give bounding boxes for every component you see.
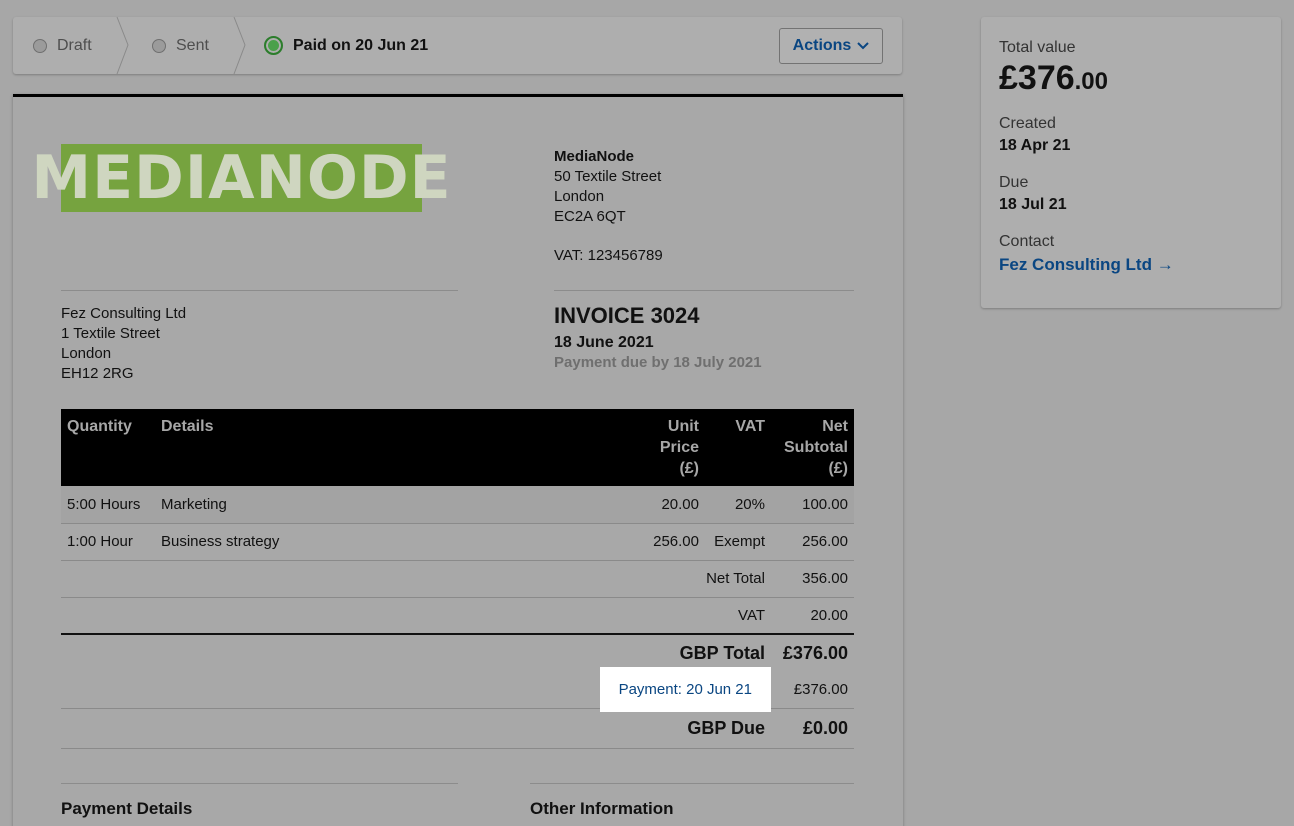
sender-address-line: London bbox=[554, 188, 605, 205]
gbp-total-value: £376.00 bbox=[782, 642, 848, 663]
table-header-row: Quantity Details Unit Price (£) VAT Net … bbox=[61, 409, 854, 486]
payment-details-heading: Payment Details bbox=[61, 799, 193, 818]
status-dot-icon bbox=[33, 38, 47, 53]
gbp-due-label: GBP Due bbox=[61, 708, 771, 749]
status-step-sent: Sent bbox=[152, 17, 209, 74]
invoice-status-bar: Draft Sent Paid on 20 Jun 21 Actions bbox=[13, 17, 902, 74]
total-value-label: Total value bbox=[999, 39, 1076, 56]
divider bbox=[61, 290, 458, 291]
payment-link[interactable]: Payment: 20 Jun 21 bbox=[599, 666, 771, 712]
chevron-down-icon bbox=[857, 42, 870, 50]
column-header-quantity: Quantity bbox=[61, 409, 155, 486]
company-logo: MEDIANODE bbox=[31, 144, 451, 212]
invoice-payment-due: Payment due by 18 July 2021 bbox=[554, 354, 762, 371]
status-step-draft: Draft bbox=[33, 17, 92, 74]
sender-address-line: 50 Textile Street bbox=[554, 168, 662, 185]
line-unit-price: 20.00 bbox=[545, 486, 705, 524]
vat-total-value: 20.00 bbox=[771, 597, 854, 635]
line-net: 100.00 bbox=[771, 486, 854, 524]
payment-amount: £376.00 bbox=[771, 671, 854, 709]
gbp-due-row: GBP Due £0.00 bbox=[61, 708, 854, 749]
actions-button-label: Actions bbox=[792, 37, 852, 54]
line-quantity: 5:00 Hours bbox=[61, 486, 155, 524]
sender-address-line: EC2A 6QT bbox=[554, 208, 626, 225]
column-header-net-subtotal: Net Subtotal (£) bbox=[771, 409, 854, 486]
status-dot-icon bbox=[152, 38, 166, 53]
recipient-name: Fez Consulting Ltd bbox=[61, 305, 187, 322]
column-header-unit-price: Unit Price (£) bbox=[545, 409, 705, 486]
invoice-document: MEDIANODE MediaNode 50 Textile Street Lo… bbox=[13, 94, 903, 826]
line-net: 256.00 bbox=[771, 523, 854, 561]
gbp-due-value: £0.00 bbox=[771, 708, 854, 749]
recipient-address-line: EH12 2RG bbox=[61, 365, 134, 382]
column-header-details: Details bbox=[155, 409, 545, 486]
net-total-value: 356.00 bbox=[771, 560, 854, 598]
divider bbox=[554, 290, 854, 291]
actions-button[interactable]: Actions bbox=[779, 28, 883, 64]
vat-total-row: VAT 20.00 bbox=[61, 597, 854, 635]
created-label: Created bbox=[999, 115, 1056, 132]
divider bbox=[61, 783, 458, 784]
other-information-heading: Other Information bbox=[530, 799, 674, 818]
vat-total-label: VAT bbox=[61, 597, 771, 635]
table-row: 5:00 Hours Marketing 20.00 20% 100.00 bbox=[61, 486, 854, 524]
status-dot-active-icon bbox=[264, 36, 283, 55]
invoice-line-items-table: Quantity Details Unit Price (£) VAT Net … bbox=[61, 409, 854, 749]
gbp-total-row: GBP Total £376.00 bbox=[61, 634, 854, 671]
status-step-label: Sent bbox=[176, 36, 209, 54]
line-details: Business strategy bbox=[155, 523, 545, 561]
gbp-total-label: GBP Total bbox=[679, 642, 765, 663]
recipient-address-line: London bbox=[61, 345, 112, 362]
invoice-header: INVOICE 3024 18 June 2021 Payment due by… bbox=[554, 303, 762, 371]
line-details: Marketing bbox=[155, 486, 545, 524]
net-total-label: Net Total bbox=[61, 560, 771, 598]
sender-vat-number: VAT: 123456789 bbox=[554, 247, 663, 264]
table-row: 1:00 Hour Business strategy 256.00 Exemp… bbox=[61, 523, 854, 561]
sender-address: MediaNode 50 Textile Street London EC2A … bbox=[554, 147, 663, 266]
payment-row: Payment: 20 Jun 21 £376.00 bbox=[61, 666, 854, 712]
divider bbox=[530, 783, 854, 784]
invoice-title: INVOICE 3024 bbox=[554, 303, 700, 328]
line-vat: Exempt bbox=[705, 523, 771, 561]
status-step-paid: Paid on 20 Jun 21 bbox=[264, 17, 428, 74]
line-quantity: 1:00 Hour bbox=[61, 523, 155, 561]
due-label: Due bbox=[999, 174, 1029, 191]
chevron-separator-icon bbox=[233, 17, 246, 74]
chevron-separator-icon bbox=[116, 17, 129, 74]
sender-name: MediaNode bbox=[554, 148, 635, 165]
company-logo-text: MEDIANODE bbox=[31, 143, 452, 213]
invoice-summary-card: Total value £376.00 Created 18 Apr 21 Du… bbox=[981, 17, 1281, 308]
recipient-address-line: 1 Textile Street bbox=[61, 325, 160, 342]
recipient-address: Fez Consulting Ltd 1 Textile Street Lond… bbox=[61, 304, 186, 384]
total-value: £376.00 bbox=[999, 59, 1109, 97]
line-vat: 20% bbox=[705, 486, 771, 524]
contact-label: Contact bbox=[999, 233, 1055, 250]
line-unit-price: 256.00 bbox=[545, 523, 705, 561]
status-step-label: Paid on 20 Jun 21 bbox=[293, 36, 429, 54]
contact-link[interactable]: Fez Consulting Ltd → bbox=[999, 255, 1174, 275]
column-header-vat: VAT bbox=[705, 409, 771, 486]
status-step-label: Draft bbox=[57, 36, 92, 54]
invoice-date: 18 June 2021 bbox=[554, 334, 654, 351]
created-date: 18 Apr 21 bbox=[999, 137, 1071, 154]
due-date: 18 Jul 21 bbox=[999, 196, 1067, 213]
net-total-row: Net Total 356.00 bbox=[61, 560, 854, 598]
